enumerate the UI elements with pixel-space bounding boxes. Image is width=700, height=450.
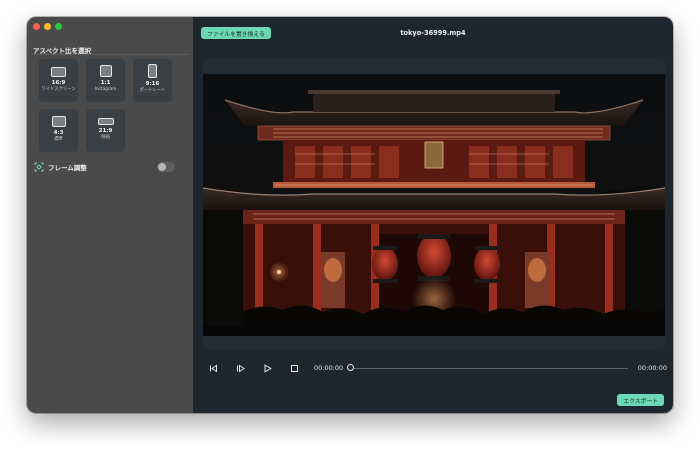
zoom-window-button[interactable] <box>55 23 62 30</box>
step-backward-button[interactable] <box>207 362 219 374</box>
video-frame[interactable] <box>203 74 665 336</box>
seek-slider[interactable] <box>347 363 628 373</box>
export-button[interactable]: エクスポート <box>617 394 664 406</box>
ratio-option-4-3[interactable]: 4:3 標準 <box>39 109 78 152</box>
seek-track <box>347 367 628 369</box>
play-icon <box>264 363 272 373</box>
step-forward-icon <box>236 364 245 372</box>
aspect-ratio-grid: 16:9 ワイドスクリーン 1:1 Instagram 9:16 ポートレート … <box>39 59 179 152</box>
stop-button[interactable] <box>288 362 300 374</box>
ratio-label: 映画 <box>101 135 110 140</box>
window-controls <box>33 23 62 30</box>
seek-thumb[interactable] <box>347 364 355 371</box>
frame-adjust-row: フレーム調整 <box>33 161 175 173</box>
file-name-title: tokyo-36999.mp4 <box>400 29 466 37</box>
ratio-label: ワイドスクリーン <box>41 87 76 92</box>
toggle-knob <box>158 163 166 171</box>
cinema-ratio-icon <box>97 118 114 125</box>
square-ratio-icon <box>99 65 112 77</box>
ratio-value: 4:3 <box>53 130 64 136</box>
close-window-button[interactable] <box>33 23 40 30</box>
main-area: ファイルを置き換える tokyo-36999.mp4 00:00:00 00:0… <box>193 17 673 413</box>
step-backward-icon <box>209 364 217 372</box>
ratio-label: Instagram <box>94 87 117 92</box>
current-time: 00:00:00 <box>314 364 344 372</box>
ratio-option-1-1[interactable]: 1:1 Instagram <box>86 59 125 102</box>
ratio-value: 9:16 <box>145 81 160 87</box>
widescreen-ratio-icon <box>51 67 66 77</box>
ratio-option-9-16[interactable]: 9:16 ポートレート <box>133 59 172 102</box>
ratio-option-21-9[interactable]: 21:9 映画 <box>86 109 125 152</box>
ratio-value: 1:1 <box>100 80 111 86</box>
ratio-label: ポートレート <box>139 88 166 93</box>
stop-icon <box>290 364 298 372</box>
step-forward-button[interactable] <box>234 362 246 374</box>
ratio-value: 16:9 <box>51 80 66 86</box>
frame-adjust-label: フレーム調整 <box>48 164 87 172</box>
sidebar-divider <box>31 54 189 55</box>
temple-video-image <box>203 74 665 336</box>
total-time: 00:00:00 <box>637 364 667 372</box>
minimize-window-button[interactable] <box>44 23 51 30</box>
portrait-ratio-icon <box>148 64 157 78</box>
play-button[interactable] <box>261 362 273 374</box>
frame-adjust-icon <box>33 162 44 173</box>
standard-ratio-icon <box>51 116 66 127</box>
sidebar: アスペクト比を選択 16:9 ワイドスクリーン 1:1 Instagram 9:… <box>27 17 193 413</box>
ratio-option-16-9[interactable]: 16:9 ワイドスクリーン <box>39 59 78 102</box>
ratio-value: 21:9 <box>98 128 113 134</box>
frame-adjust-toggle[interactable] <box>157 162 175 172</box>
video-preview-area <box>203 59 665 349</box>
app-window: アスペクト比を選択 16:9 ワイドスクリーン 1:1 Instagram 9:… <box>27 17 673 413</box>
playback-controls: 00:00:00 00:00:00 <box>207 361 667 375</box>
ratio-label: 標準 <box>54 137 63 142</box>
